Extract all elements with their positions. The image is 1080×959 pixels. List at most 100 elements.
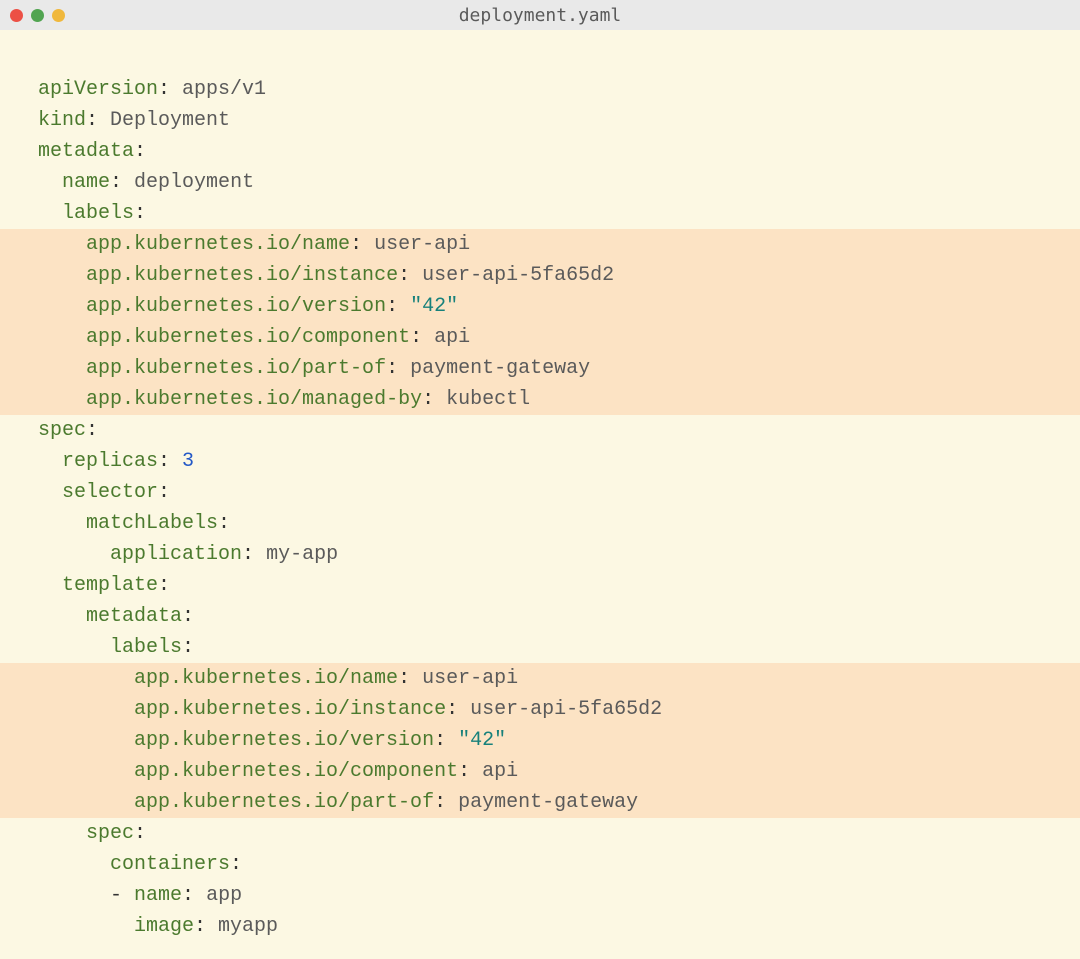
yaml-key: labels [62,202,134,225]
yaml-colon: : [134,202,146,225]
code-line-highlighted: app.kubernetes.io/part-of: payment-gatew… [0,787,1080,818]
zoom-icon[interactable] [52,9,65,22]
yaml-value: user-api [422,667,518,690]
code-line-highlighted: app.kubernetes.io/version: "42" [0,291,1080,322]
yaml-colon: : [386,295,410,318]
yaml-colon: : [242,543,266,566]
yaml-value: user-api-5fa65d2 [470,698,662,721]
code-line-highlighted: app.kubernetes.io/part-of: payment-gatew… [0,353,1080,384]
yaml-key: matchLabels [86,512,218,535]
minimize-icon[interactable] [31,9,44,22]
yaml-key: app.kubernetes.io/part-of [86,357,386,380]
yaml-key: app.kubernetes.io/component [86,326,410,349]
yaml-key: labels [110,636,182,659]
code-line: metadata: [0,601,1080,632]
code-line: matchLabels: [0,508,1080,539]
yaml-key: replicas [62,450,158,473]
yaml-key: app.kubernetes.io/instance [86,264,398,287]
yaml-number: 3 [182,450,194,473]
yaml-value: user-api [374,233,470,256]
yaml-value: api [434,326,470,349]
yaml-colon: : [158,481,170,504]
yaml-key: name [134,884,182,907]
yaml-value: api [482,760,518,783]
yaml-colon: : [158,450,182,473]
yaml-key: app.kubernetes.io/version [86,295,386,318]
yaml-key: app.kubernetes.io/name [134,667,398,690]
yaml-colon: : [350,233,374,256]
code-line: - name: app [0,880,1080,911]
yaml-key: app.kubernetes.io/managed-by [86,388,422,411]
code-line: application: my-app [0,539,1080,570]
yaml-colon: : [158,78,182,101]
code-line: name: deployment [0,167,1080,198]
yaml-colon: : [182,636,194,659]
code-line: image: myapp [0,911,1080,942]
yaml-key: selector [62,481,158,504]
code-line: metadata: [0,136,1080,167]
yaml-colon: : [230,853,242,876]
yaml-string: "42" [458,729,506,752]
yaml-key: application [110,543,242,566]
window-titlebar: deployment.yaml [0,0,1080,30]
yaml-colon: : [434,791,458,814]
yaml-key: app.kubernetes.io/name [86,233,350,256]
code-line-highlighted: app.kubernetes.io/component: api [0,756,1080,787]
yaml-value: kubectl [446,388,530,411]
yaml-colon: : [158,574,170,597]
yaml-key: app.kubernetes.io/instance [134,698,446,721]
yaml-value: myapp [218,915,278,938]
code-line: replicas: 3 [0,446,1080,477]
yaml-colon: : [182,605,194,628]
yaml-value: deployment [134,171,254,194]
yaml-key: apiVersion [38,78,158,101]
code-line-highlighted: app.kubernetes.io/instance: user-api-5fa… [0,694,1080,725]
code-line: labels: [0,198,1080,229]
code-line-highlighted: app.kubernetes.io/instance: user-api-5fa… [0,260,1080,291]
yaml-colon: : [134,140,146,163]
yaml-colon: : [446,698,470,721]
yaml-value: user-api-5fa65d2 [422,264,614,287]
yaml-colon: : [398,264,422,287]
close-icon[interactable] [10,9,23,22]
yaml-key: containers [110,853,230,876]
yaml-string: "42" [410,295,458,318]
code-line: kind: Deployment [0,105,1080,136]
code-line: selector: [0,477,1080,508]
yaml-value: Deployment [110,109,230,132]
code-line: labels: [0,632,1080,663]
code-line: spec: [0,415,1080,446]
yaml-colon: : [386,357,410,380]
yaml-key: app.kubernetes.io/part-of [134,791,434,814]
yaml-colon: : [110,171,134,194]
yaml-key: metadata [86,605,182,628]
yaml-key: image [134,915,194,938]
yaml-key: metadata [38,140,134,163]
yaml-key: app.kubernetes.io/version [134,729,434,752]
code-line: apiVersion: apps/v1 [0,74,1080,105]
yaml-key: template [62,574,158,597]
yaml-colon: : [134,822,146,845]
code-editor[interactable]: apiVersion: apps/v1 kind: Deployment met… [0,30,1080,942]
code-line: containers: [0,849,1080,880]
yaml-key: spec [38,419,86,442]
code-line-highlighted: app.kubernetes.io/component: api [0,322,1080,353]
window-controls [10,9,65,22]
yaml-key: app.kubernetes.io/component [134,760,458,783]
yaml-colon: : [410,326,434,349]
yaml-value: app [206,884,242,907]
yaml-colon: : [458,760,482,783]
yaml-colon: : [434,729,458,752]
yaml-value: apps/v1 [182,78,266,101]
code-line-highlighted: app.kubernetes.io/name: user-api [0,663,1080,694]
yaml-colon: : [86,109,110,132]
yaml-value: payment-gateway [458,791,638,814]
window-title: deployment.yaml [0,0,1080,31]
yaml-colon: : [398,667,422,690]
yaml-colon: : [422,388,446,411]
yaml-colon: : [86,419,98,442]
code-line-highlighted: app.kubernetes.io/version: "42" [0,725,1080,756]
yaml-colon: : [218,512,230,535]
code-line: spec: [0,818,1080,849]
yaml-key: spec [86,822,134,845]
